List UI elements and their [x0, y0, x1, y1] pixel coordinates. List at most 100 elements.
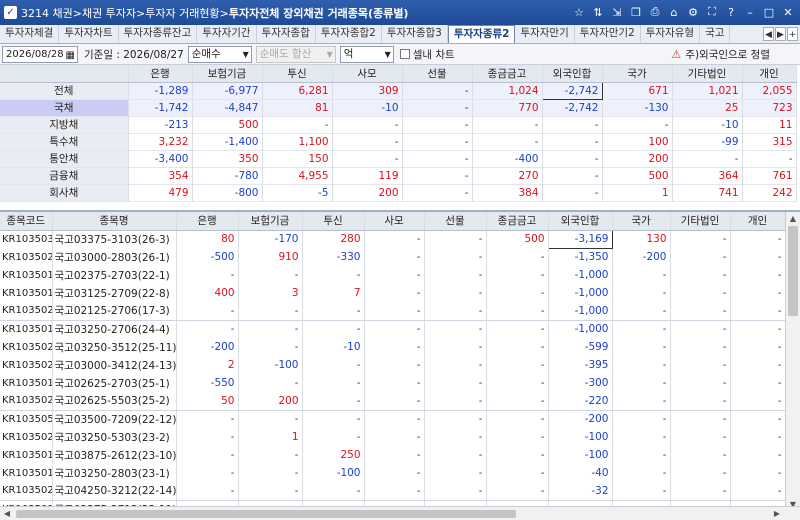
summary-row-label[interactable]: 지방채 [0, 116, 129, 133]
detail-cell[interactable]: - [238, 410, 303, 428]
summary-cell[interactable]: - [542, 133, 603, 150]
summary-row-label[interactable]: 금융채 [0, 167, 129, 184]
summary-cell[interactable]: 741 [672, 184, 743, 201]
detail-cell[interactable]: - [424, 302, 487, 321]
summary-cell[interactable]: 309 [332, 82, 403, 99]
tab-2[interactable]: 투자자종류잔고 [119, 25, 198, 43]
summary-cell[interactable]: - [332, 116, 403, 133]
detail-cell[interactable]: -100 [548, 428, 613, 446]
summary-cell[interactable]: -99 [672, 133, 743, 150]
detail-cell[interactable]: - [670, 338, 731, 356]
detail-cell[interactable]: - [302, 392, 365, 411]
summary-cell[interactable]: 200 [602, 150, 673, 167]
detail-col-header[interactable]: 기타법인 [670, 212, 731, 231]
detail-cell[interactable]: - [730, 392, 786, 411]
detail-cell[interactable]: - [238, 482, 303, 501]
help-icon[interactable]: ? [723, 4, 739, 20]
bond-code[interactable]: KR103502GF [0, 338, 53, 356]
detail-cell[interactable]: - [486, 464, 549, 482]
summary-cell[interactable]: 200 [332, 184, 403, 201]
detail-cell[interactable]: - [612, 284, 671, 302]
bond-name[interactable]: 국고03000-2803(26-1) [52, 248, 177, 266]
detail-cell[interactable]: -170 [238, 230, 303, 248]
bond-name[interactable]: 국고03375-3103(26-3) [52, 230, 177, 248]
h-scroll-thumb[interactable] [16, 510, 516, 518]
detail-cell[interactable]: - [424, 428, 487, 446]
maximize-icon[interactable]: □ [761, 4, 777, 20]
detail-cell[interactable]: - [424, 230, 487, 248]
summary-col-header[interactable]: 은행 [128, 65, 193, 83]
scroll-left-icon[interactable]: ◀ [0, 507, 14, 520]
summary-cell[interactable]: 384 [472, 184, 543, 201]
detail-cell[interactable]: - [364, 320, 425, 338]
detail-cell[interactable]: - [730, 464, 786, 482]
detail-cell[interactable]: - [486, 320, 549, 338]
close-icon[interactable]: ✕ [780, 4, 796, 20]
copy-icon[interactable]: ❐ [628, 4, 644, 20]
summary-cell[interactable]: - [402, 184, 473, 201]
detail-cell[interactable]: - [176, 464, 239, 482]
detail-cell[interactable]: - [424, 392, 487, 411]
detail-cell[interactable]: - [238, 374, 303, 392]
detail-cell[interactable]: - [424, 266, 487, 284]
detail-cell[interactable]: -300 [548, 374, 613, 392]
summary-cell[interactable]: 770 [472, 99, 543, 116]
tab-scroll-right-icon[interactable]: ▶ [775, 27, 786, 41]
detail-cell[interactable]: - [424, 374, 487, 392]
detail-col-header[interactable]: 종금금고 [486, 212, 549, 231]
table-row[interactable]: KR103502T1국고02125-2706(17-3)-------1,000… [0, 302, 786, 321]
detail-cell[interactable]: 2 [176, 356, 239, 374]
detail-col-header[interactable]: 종목코드 [0, 212, 53, 231]
detail-cell[interactable]: - [238, 320, 303, 338]
detail-cell[interactable]: - [670, 482, 731, 501]
detail-cell[interactable]: - [730, 302, 786, 321]
bond-name[interactable]: 국고03250-2706(24-4) [52, 320, 177, 338]
detail-cell[interactable]: - [486, 284, 549, 302]
detail-cell[interactable]: - [730, 284, 786, 302]
bond-code[interactable]: KR103505GF [0, 410, 53, 428]
detail-cell[interactable]: - [424, 356, 487, 374]
summary-cell[interactable]: -400 [472, 150, 543, 167]
tab-8[interactable]: 투자자만기 [515, 25, 575, 43]
summary-cell[interactable]: -6,977 [192, 82, 263, 99]
summary-row[interactable]: 국채 -1,742 -4,847 81 -10-770 -2,742 -130 25 723 [0, 99, 797, 116]
scroll-right-icon[interactable]: ▶ [770, 507, 784, 520]
bond-code[interactable]: KR103502GF [0, 248, 53, 266]
summary-cell[interactable]: 315 [742, 133, 797, 150]
detail-cell[interactable]: - [730, 248, 786, 266]
horizontal-scrollbar[interactable]: ◀ ▶ [0, 506, 800, 520]
detail-cell[interactable]: - [424, 320, 487, 338]
bond-code[interactable]: KR103501GF [0, 464, 53, 482]
trade-sum-select[interactable]: 순매도 합산 ▼ [255, 45, 336, 63]
detail-cell[interactable]: - [670, 284, 731, 302]
detail-cell[interactable]: - [176, 482, 239, 501]
detail-cell[interactable]: - [730, 410, 786, 428]
summary-col-header[interactable]: 선물 [402, 65, 473, 83]
detail-cell[interactable]: - [364, 338, 425, 356]
detail-cell[interactable]: -200 [176, 338, 239, 356]
summary-cell[interactable]: 119 [332, 167, 403, 184]
summary-cell[interactable]: -10 [672, 116, 743, 133]
bond-code[interactable]: KR103502GF [0, 482, 53, 501]
bond-name[interactable]: 국고03250-5303(23-2) [52, 428, 177, 446]
summary-row[interactable]: 통안채 -3,400 350 150- - -400-200- - [0, 150, 797, 167]
summary-cell[interactable]: 81 [262, 99, 333, 116]
detail-cell[interactable]: - [424, 482, 487, 501]
summary-col-header[interactable]: 종금금고 [472, 65, 543, 83]
detail-cell[interactable]: 3 [238, 284, 303, 302]
detail-cell[interactable]: - [364, 266, 425, 284]
detail-cell[interactable]: -10 [302, 338, 365, 356]
table-row[interactable]: KR103501GF국고03250-2803(23-1)---100----40… [0, 464, 786, 482]
summary-row-label[interactable]: 회사채 [0, 184, 129, 201]
summary-cell[interactable]: - [402, 150, 473, 167]
detail-col-header[interactable]: 국가 [612, 212, 671, 231]
summary-cell[interactable]: - [332, 133, 403, 150]
summary-row-label[interactable]: 국채 [0, 99, 129, 116]
detail-cell[interactable]: - [176, 302, 239, 321]
detail-cell[interactable]: -1,000 [548, 266, 613, 284]
bond-code[interactable]: KR103501GF [0, 284, 53, 302]
detail-cell[interactable]: - [238, 464, 303, 482]
tab-5[interactable]: 투자자종합2 [316, 25, 382, 43]
detail-cell[interactable]: - [670, 428, 731, 446]
summary-cell[interactable]: 479 [128, 184, 193, 201]
